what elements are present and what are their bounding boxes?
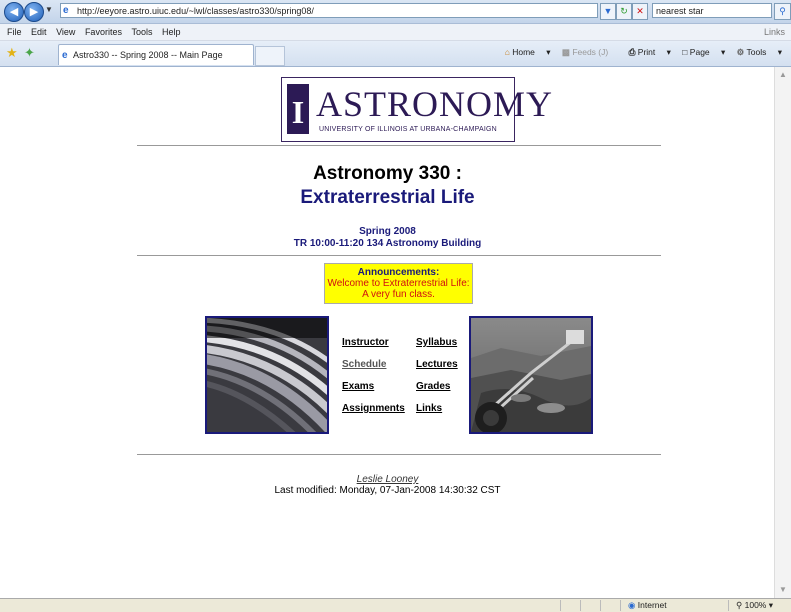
menu-bar: File Edit View Favorites Tools Help Link… (0, 24, 791, 41)
status-separator (600, 600, 601, 611)
ie-tab-icon: e (62, 50, 68, 61)
link-syllabus[interactable]: Syllabus (416, 337, 457, 348)
zoom-control[interactable]: ⚲ 100% ▾ (736, 599, 773, 612)
print-button[interactable]: ⎙ Print ▾ (629, 47, 671, 57)
status-separator (580, 600, 581, 611)
command-bar: ⌂ Home ▾ ▩ Feeds (J) ⎙ Print ▾ □ Page ▾ … (505, 47, 791, 58)
url-dropdown-icon[interactable]: ▼ (600, 3, 616, 20)
page-content: I ASTRONOMY UNIVERSITY OF ILLINOIS AT UR… (0, 67, 775, 598)
link-grades[interactable]: Grades (416, 381, 450, 392)
tools-button[interactable]: ⚙ Tools ▾ (737, 47, 782, 57)
status-separator (728, 600, 729, 611)
feeds-button[interactable]: ▩ Feeds (J) (562, 47, 617, 57)
menu-help[interactable]: Help (162, 27, 181, 37)
menu-favorites[interactable]: Favorites (85, 27, 122, 37)
refresh-icon[interactable]: ↻ (616, 3, 632, 20)
zone-label: Internet (637, 600, 667, 610)
zoom-level: 100% (744, 600, 767, 610)
print-icon: ⎙ (628, 47, 636, 57)
feeds-icon: ▩ (561, 47, 570, 57)
search-value: nearest star (656, 6, 704, 16)
link-instructor[interactable]: Instructor (342, 337, 389, 348)
search-icon[interactable]: ⚲ (774, 3, 791, 20)
astronomy-logo[interactable]: I ASTRONOMY UNIVERSITY OF ILLINOIS AT UR… (281, 77, 552, 142)
mars-rover-image (469, 316, 593, 434)
url-input[interactable]: e http://eeyore.astro.uiuc.edu/~lwl/clas… (60, 3, 598, 18)
page-button[interactable]: □ Page ▾ (682, 47, 725, 57)
divider-bottom (137, 454, 661, 455)
announcements-heading: Announcements: (357, 267, 440, 278)
links-toolbar[interactable]: Links (764, 24, 785, 40)
print-label: Print (637, 47, 656, 57)
new-tab-button[interactable] (255, 46, 285, 66)
home-label: Home (512, 47, 535, 57)
page-label: Page (689, 47, 710, 57)
menu-edit[interactable]: Edit (31, 27, 47, 37)
link-schedule[interactable]: Schedule (342, 359, 386, 370)
last-modified: Last modified: Monday, 07-Jan-2008 14:30… (274, 485, 501, 496)
logo-subtitle: UNIVERSITY OF ILLINOIS AT URBANA-CHAMPAI… (319, 126, 497, 133)
scroll-up-icon[interactable]: ▲ (778, 70, 788, 80)
saturn-rings-graphic (207, 318, 327, 432)
status-separator (560, 600, 561, 611)
search-input[interactable]: nearest star (652, 3, 772, 18)
add-favorite-icon[interactable]: ✦ (24, 46, 35, 60)
address-bar: ◀ ▶ ▼ e http://eeyore.astro.uiuc.edu/~lw… (0, 0, 791, 24)
divider-top (137, 145, 661, 146)
link-assignments[interactable]: Assignments (342, 403, 405, 414)
history-dropdown-icon[interactable]: ▼ (45, 5, 53, 14)
status-bar: ◉ Internet ⚲ 100% ▾ (0, 598, 791, 612)
stop-icon[interactable]: ✕ (632, 3, 648, 20)
home-icon: ⌂ (504, 47, 510, 57)
course-number: Astronomy 330 : (313, 163, 462, 184)
security-zone[interactable]: ◉ Internet (628, 599, 667, 612)
class-schedule: TR 10:00-11:20 134 Astronomy Building (293, 238, 482, 249)
author-line: Leslie Looney (0, 474, 775, 485)
menu-file[interactable]: File (7, 27, 22, 37)
announcement-line-2: A very fun class. (362, 289, 435, 300)
announcement-line-1: Welcome to Extraterrestrial Life: (327, 278, 470, 289)
status-separator (620, 600, 621, 611)
menu-view[interactable]: View (56, 27, 75, 37)
gear-icon: ⚙ (736, 47, 745, 57)
link-lectures[interactable]: Lectures (416, 359, 458, 370)
semester: Spring 2008 (359, 226, 416, 237)
course-title: Extraterrestrial Life (300, 187, 475, 208)
tab-title: Astro330 -- Spring 2008 -- Main Page (73, 50, 223, 60)
menu-tools[interactable]: Tools (131, 27, 152, 37)
announcements-box: Announcements: Welcome to Extraterrestri… (324, 263, 473, 304)
link-exams[interactable]: Exams (342, 381, 374, 392)
tools-label: Tools (746, 47, 767, 57)
home-button[interactable]: ⌂ Home ▾ (505, 47, 551, 57)
link-links[interactable]: Links (416, 403, 442, 414)
zoom-icon: ⚲ (736, 600, 743, 610)
favorites-star-icon[interactable]: ★ (6, 46, 18, 60)
logo-word: ASTRONOMY (316, 84, 554, 124)
illinois-i-mark: I (287, 84, 309, 134)
author-link[interactable]: Leslie Looney (357, 474, 419, 485)
globe-icon: ◉ (628, 600, 636, 610)
scroll-down-icon[interactable]: ▼ (778, 585, 788, 595)
saturn-rings-image (205, 316, 329, 434)
ie-page-icon: e (63, 5, 69, 16)
feeds-label: Feeds (J) (572, 47, 609, 57)
mars-rover-graphic (471, 318, 591, 432)
tab-main-page[interactable]: e Astro330 -- Spring 2008 -- Main Page (58, 44, 254, 65)
vertical-scrollbar[interactable]: ▲ ▼ (774, 67, 791, 598)
page-icon: □ (682, 47, 688, 57)
forward-icon[interactable]: ▶ (24, 2, 44, 22)
divider-middle (137, 255, 661, 256)
tab-bar: ★ ✦ e Astro330 -- Spring 2008 -- Main Pa… (0, 41, 791, 67)
back-icon[interactable]: ◀ (4, 2, 24, 22)
url-text: http://eeyore.astro.uiuc.edu/~lwl/classe… (77, 6, 314, 16)
